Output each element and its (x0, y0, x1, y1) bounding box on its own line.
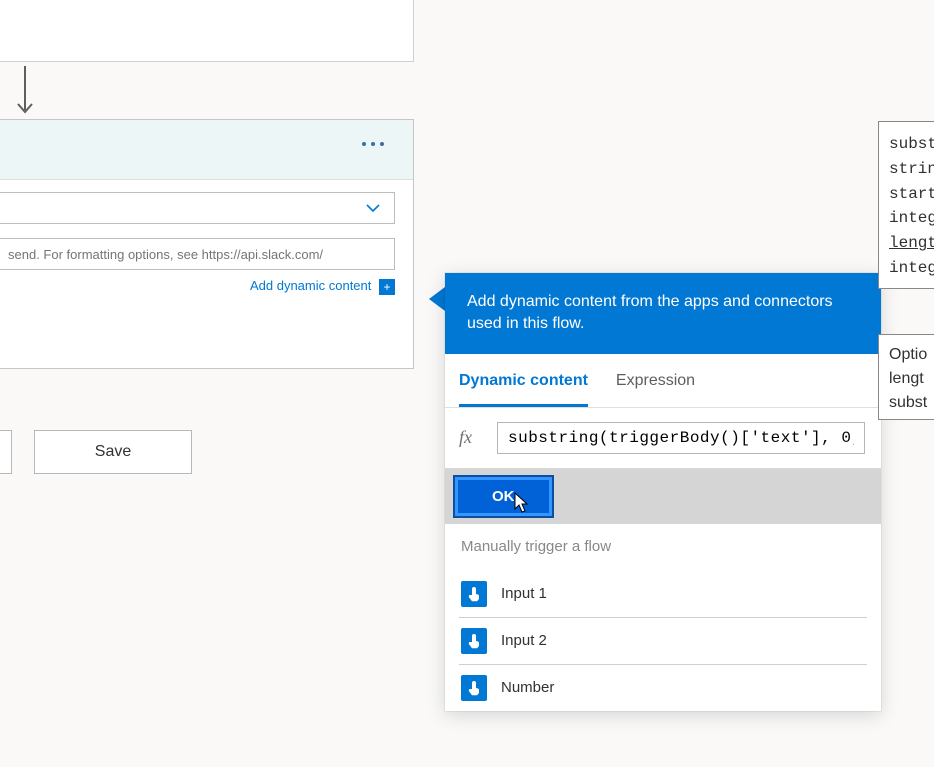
touch-icon (461, 628, 487, 654)
fx-icon: fx (459, 427, 483, 448)
tooltip-line: subst (889, 132, 931, 157)
tooltip-line: integ (889, 206, 931, 231)
dc-tabs: Dynamic content Expression (445, 354, 881, 408)
description-tooltip: Optio lengt subst (878, 334, 934, 420)
signature-tooltip: subst strin start integ lengt integ (878, 121, 934, 289)
tooltip-line: integ (889, 256, 931, 281)
dc-item-list: Input 1 Input 2 Number (445, 571, 881, 711)
expression-input[interactable] (497, 422, 865, 454)
dynamic-content-flyout: Add dynamic content from the apps and co… (445, 273, 881, 711)
save-button[interactable]: Save (34, 430, 192, 474)
tooltip-line: lengt (889, 231, 931, 256)
dc-item-label: Input 1 (501, 585, 547, 602)
dc-item-label: Input 2 (501, 632, 547, 649)
previous-step-card (0, 0, 414, 62)
chevron-down-icon (364, 199, 382, 222)
touch-icon (461, 675, 487, 701)
tooltip-line: start (889, 182, 931, 207)
dc-item-label: Number (501, 679, 554, 696)
dc-group-title: Manually trigger a flow (445, 524, 881, 571)
dc-banner: Add dynamic content from the apps and co… (445, 273, 881, 354)
tooltip-line: subst (889, 391, 931, 415)
adjacent-button-fragment (0, 430, 12, 474)
flow-arrow-icon (15, 67, 35, 115)
flyout-pointer-icon (429, 287, 445, 311)
tab-dynamic-content[interactable]: Dynamic content (459, 354, 588, 407)
more-options-icon[interactable] (355, 142, 391, 158)
dc-item[interactable]: Input 1 (459, 571, 867, 618)
tooltip-line: Optio (889, 343, 931, 367)
tooltip-line: lengt (889, 367, 931, 391)
action-card: Add dynamic content + (0, 119, 414, 369)
add-dc-label: Add dynamic content (250, 278, 371, 293)
dc-item[interactable]: Input 2 (459, 618, 867, 665)
ok-button[interactable]: OK (455, 477, 552, 516)
dc-item[interactable]: Number (459, 665, 867, 711)
ok-bar: OK (445, 469, 881, 524)
add-dynamic-content-link[interactable]: Add dynamic content + (250, 278, 395, 293)
touch-icon (461, 581, 487, 607)
tooltip-line: strin (889, 157, 931, 182)
message-input[interactable] (0, 238, 395, 270)
action-card-header (0, 120, 413, 180)
tab-expression[interactable]: Expression (616, 354, 695, 407)
channel-select[interactable] (0, 192, 395, 224)
plus-icon: + (379, 279, 395, 295)
